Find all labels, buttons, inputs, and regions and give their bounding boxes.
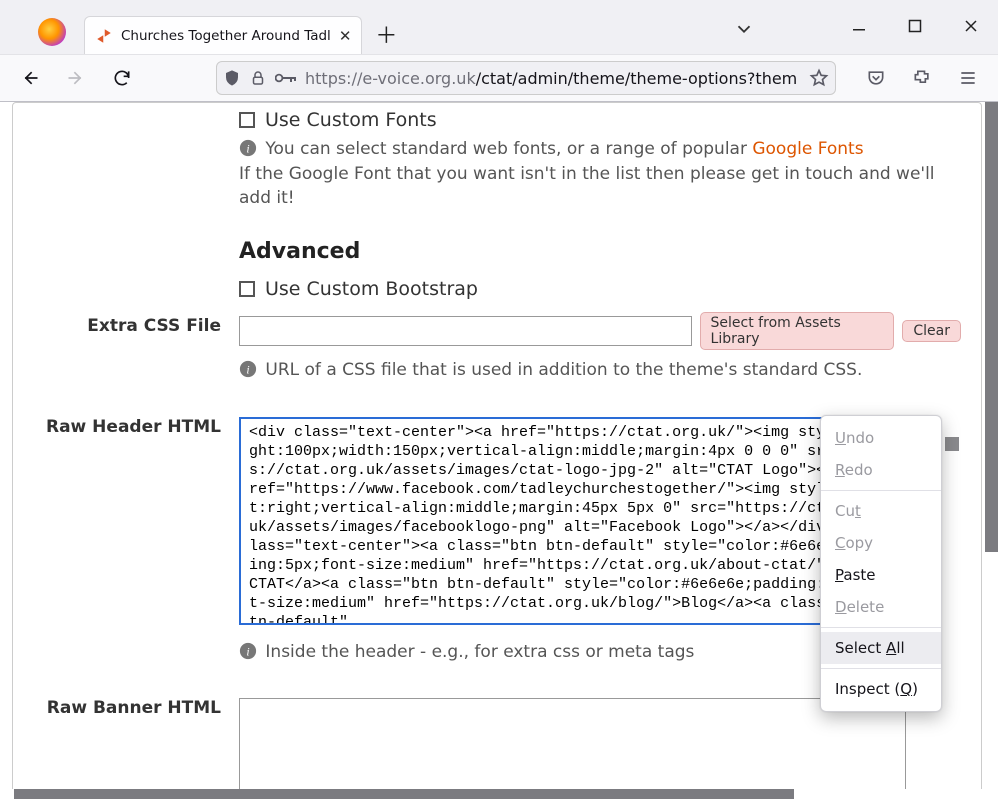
use-custom-fonts-checkbox[interactable] (239, 112, 255, 128)
ctx-undo[interactable]: Undo (821, 422, 941, 454)
ctx-select-all[interactable]: Select All (821, 632, 941, 664)
tab-title: Churches Together Around Tadl (121, 28, 331, 44)
tab-favicon (95, 27, 113, 45)
advanced-heading: Advanced (13, 217, 981, 272)
extra-css-input[interactable] (239, 316, 692, 346)
url-text: https://e-voice.org.uk/ctat/admin/theme/… (305, 69, 801, 88)
extra-css-help: URL of a CSS file that is used in additi… (265, 360, 862, 380)
lock-icon[interactable] (249, 69, 267, 87)
browser-chrome: Churches Together Around Tadl ✕ ＋ http (0, 0, 998, 102)
minimize-button[interactable] (842, 12, 876, 40)
raw-header-label: Raw Header HTML (13, 417, 239, 665)
viewport-scrollbar-horizontal[interactable] (4, 789, 984, 799)
ctx-copy[interactable]: Copy (821, 527, 941, 559)
google-fonts-link[interactable]: Google Fonts (752, 139, 863, 159)
svg-text:i: i (246, 143, 249, 156)
extensions-icon[interactable] (904, 61, 940, 95)
info-icon: i (239, 139, 257, 157)
raw-header-help: Inside the header - e.g., for extra css … (265, 642, 694, 662)
nav-bar: https://e-voice.org.uk/ctat/admin/theme/… (0, 54, 998, 101)
ctx-separator (821, 490, 941, 491)
select-from-assets-button[interactable]: Select from Assets Library (700, 312, 895, 350)
use-custom-bootstrap-label: Use Custom Bootstrap (265, 278, 478, 300)
ctx-paste[interactable]: Paste (821, 559, 941, 591)
svg-text:i: i (246, 645, 249, 658)
back-button[interactable] (12, 61, 48, 95)
viewport-scrollbar-vertical[interactable] (985, 102, 998, 789)
browser-tab[interactable]: Churches Together Around Tadl ✕ (84, 16, 362, 54)
context-menu: Undo Redo Cut Copy Paste Delete Select A… (820, 415, 942, 712)
close-button[interactable] (954, 12, 988, 40)
maximize-button[interactable] (898, 12, 932, 40)
bookmark-icon[interactable] (809, 68, 829, 88)
ctx-delete[interactable]: Delete (821, 591, 941, 623)
textarea-scrollbar[interactable] (945, 419, 959, 628)
clear-button[interactable]: Clear (902, 320, 961, 342)
raw-banner-textarea[interactable] (239, 698, 906, 789)
close-tab-icon[interactable]: ✕ (339, 27, 352, 45)
info-icon: i (239, 642, 257, 660)
forward-button[interactable] (58, 61, 94, 95)
ctx-separator (821, 627, 941, 628)
window-controls (842, 12, 988, 40)
new-tab-button[interactable]: ＋ (368, 16, 404, 52)
url-bar[interactable]: https://e-voice.org.uk/ctat/admin/theme/… (216, 61, 836, 95)
permissions-icon[interactable] (275, 71, 297, 85)
firefox-icon (38, 18, 66, 46)
ctx-inspect[interactable]: Inspect (Q) (821, 673, 941, 705)
ctx-separator (821, 668, 941, 669)
raw-banner-label: Raw Banner HTML (13, 698, 239, 789)
menu-icon[interactable] (950, 61, 986, 95)
raw-header-textarea[interactable] (239, 417, 906, 625)
use-custom-bootstrap-checkbox[interactable] (239, 281, 255, 297)
fonts-help-text: You can select standard web fonts, or a … (265, 139, 752, 159)
pocket-icon[interactable] (858, 61, 894, 95)
svg-text:i: i (246, 363, 249, 376)
ctx-redo[interactable]: Redo (821, 454, 941, 486)
fonts-help-text-2: If the Google Font that you want isn't i… (239, 164, 935, 209)
reload-button[interactable] (104, 61, 140, 95)
shield-icon[interactable] (223, 69, 241, 87)
tab-bar: Churches Together Around Tadl ✕ ＋ (0, 0, 998, 54)
use-custom-fonts-label: Use Custom Fonts (265, 109, 437, 131)
ctx-cut[interactable]: Cut (821, 495, 941, 527)
extra-css-label: Extra CSS File (13, 312, 239, 383)
tabs-dropdown-icon[interactable] (733, 18, 755, 40)
info-icon: i (239, 360, 257, 378)
